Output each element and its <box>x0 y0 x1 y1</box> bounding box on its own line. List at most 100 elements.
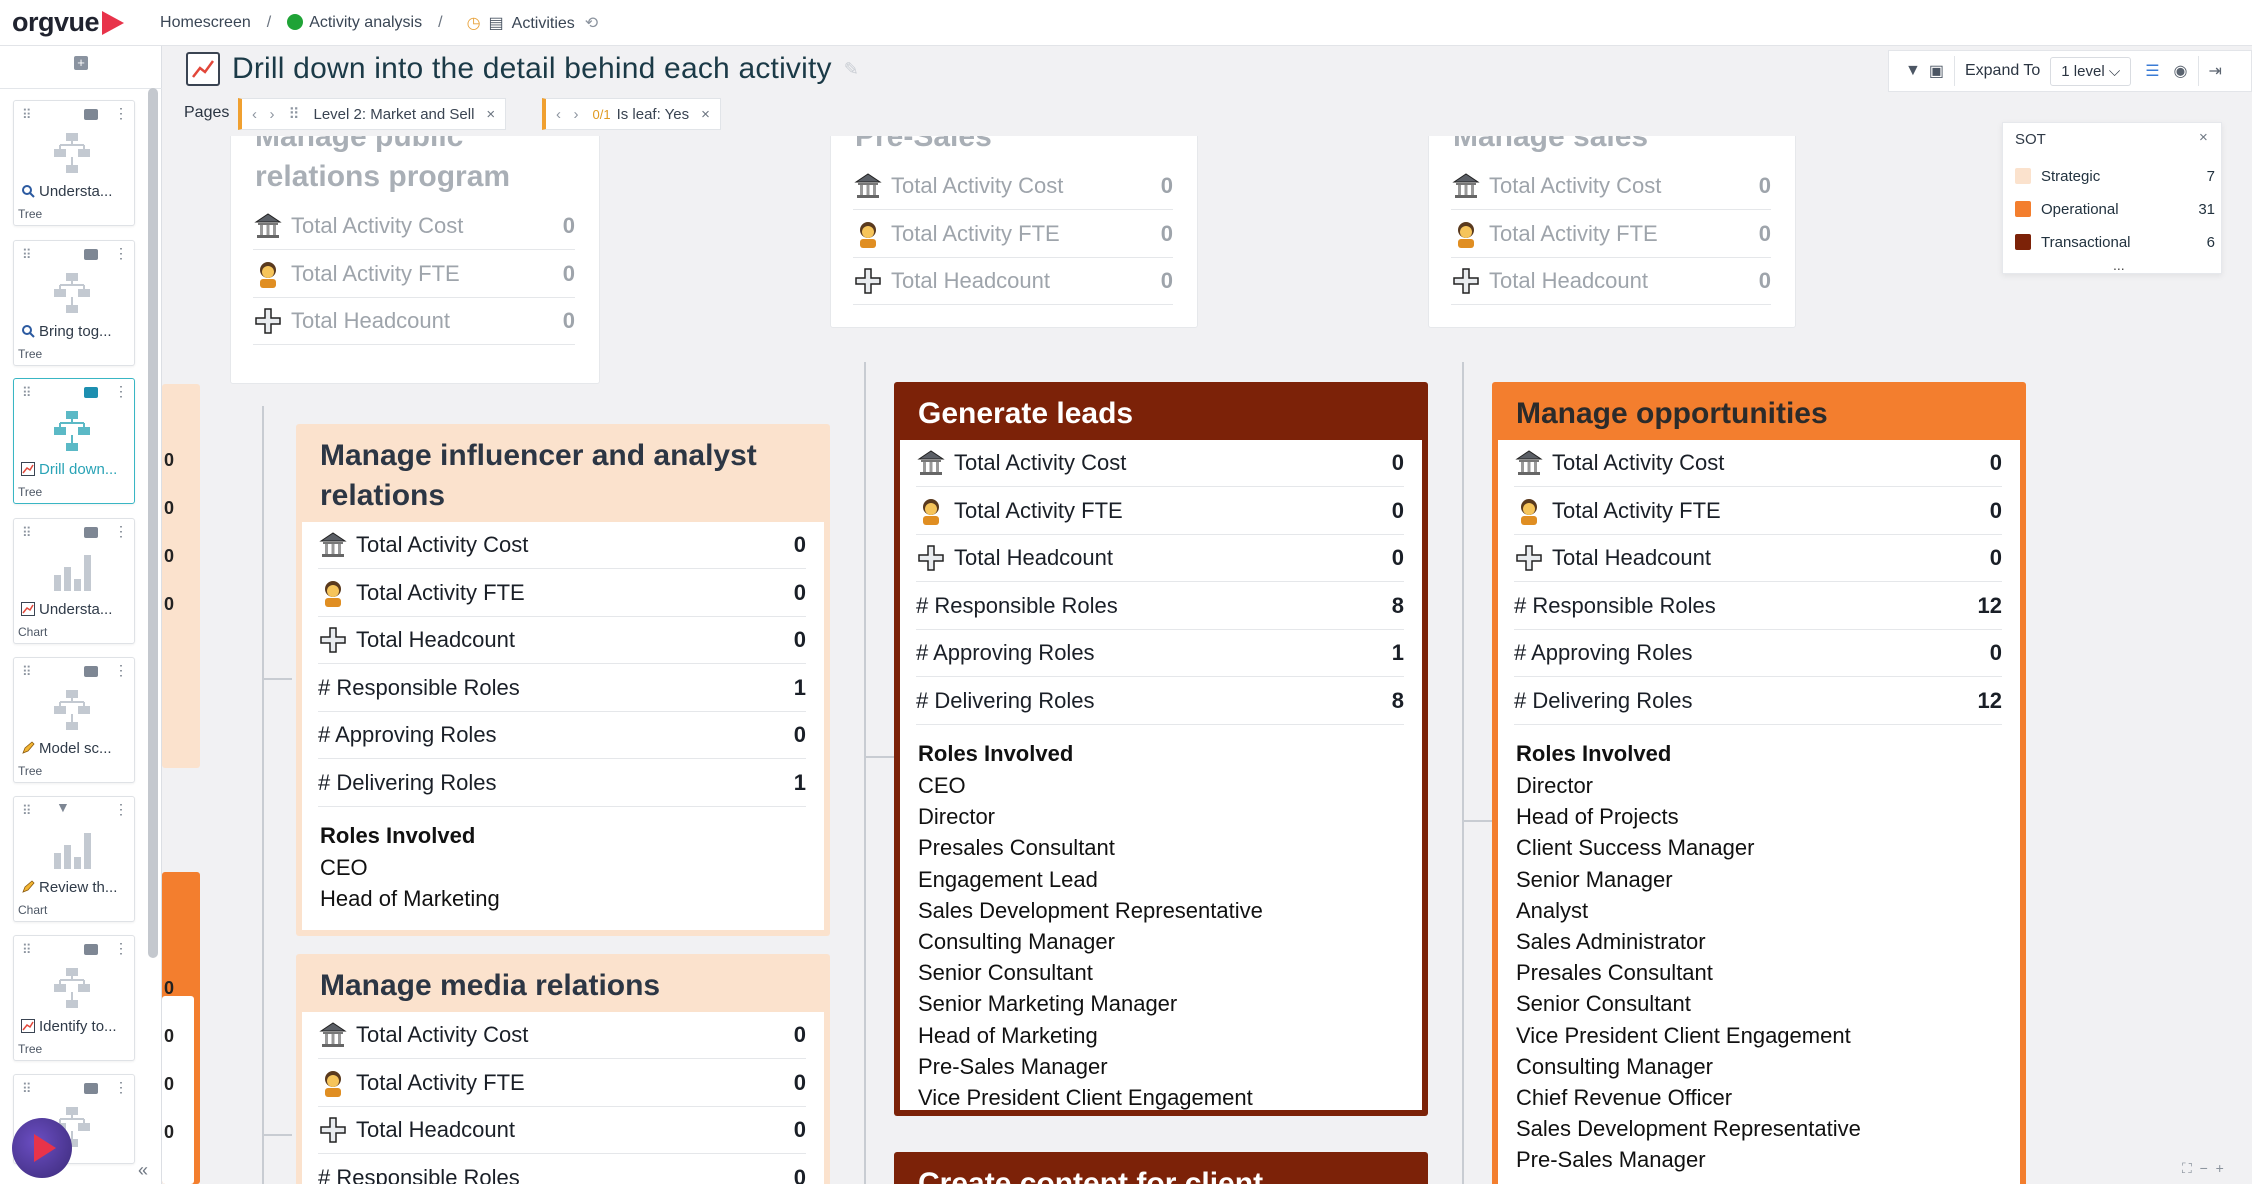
remove-chip-icon[interactable]: × <box>486 106 495 123</box>
drag-handle-icon[interactable]: ⠿ <box>22 525 31 541</box>
edge-metric-value: 0 <box>164 594 175 614</box>
activity-card-presales[interactable]: Pre-Sales Total Activity Cost 0 Total Activ… <box>830 136 1198 328</box>
drag-handle-icon[interactable]: ⠿ <box>22 107 31 123</box>
metric-row-headcount: Total Headcount 0 <box>1514 535 2002 582</box>
palette-icon[interactable]: ◉ <box>2174 61 2188 81</box>
drag-handle-icon[interactable]: ⠿ <box>22 942 31 958</box>
bar-chart-icon <box>50 827 94 871</box>
more-options-icon[interactable]: ⋮ <box>114 801 128 818</box>
drag-handle-icon[interactable]: ⠿ <box>22 803 31 819</box>
chip-nav-arrows[interactable]: ‹ › <box>556 106 579 123</box>
metric-row-delivering: # Delivering Roles 12 <box>1514 678 2002 725</box>
bank-icon <box>318 1020 348 1050</box>
more-options-icon[interactable]: ⋮ <box>114 523 128 540</box>
breadcrumb-activity-analysis[interactable]: Activity analysis <box>287 13 422 32</box>
drag-handle-icon[interactable]: ⠿ <box>22 385 31 401</box>
metric-label: Total Activity FTE <box>954 497 1123 523</box>
assistant-avatar[interactable] <box>12 1118 72 1178</box>
metric-row-headcount: Total Headcount 0 <box>853 258 1173 305</box>
metric-label: Total Headcount <box>954 545 1113 570</box>
refresh-icon[interactable]: ⟲ <box>585 15 598 32</box>
legend-item[interactable]: Transactional 6 <box>2015 231 2215 253</box>
activity-card-sales[interactable]: Manage sales Total Activity Cost 0 Total Ac… <box>1428 136 1796 328</box>
metric-label: Total Activity Cost <box>291 213 464 238</box>
page-filter-chip-level[interactable]: ‹ › ⠿ Level 2: Market and Sell × <box>238 98 507 130</box>
metric-row-fte: Total Activity FTE 0 <box>1451 211 1771 258</box>
comment-icon[interactable] <box>84 944 98 955</box>
activity-card-content[interactable]: Create content for client <box>894 1152 1428 1184</box>
cross-icon <box>1451 266 1481 296</box>
page-thumbnail[interactable]: ⠿ ⋮ Understa... Tree <box>13 100 135 226</box>
drag-handle-icon[interactable]: ⠿ <box>22 247 31 263</box>
metric-value: 0 <box>793 627 806 652</box>
comment-icon[interactable] <box>84 666 98 677</box>
activity-card-body: Total Activity Cost 0 Total Activity FTE 0 T… <box>302 522 824 930</box>
more-options-icon[interactable]: ⋮ <box>114 383 128 400</box>
legend-item[interactable]: Operational 31 <box>2015 198 2215 220</box>
drag-handle-icon[interactable]: ⠿ <box>22 1081 31 1097</box>
drag-handle-icon[interactable]: ⠿ <box>22 664 31 680</box>
add-page-button[interactable]: + <box>74 56 88 70</box>
comment-icon[interactable] <box>84 249 98 260</box>
activity-card-leads[interactable]: Generate leads Total Activity Cost 0 Total … <box>894 382 1428 1116</box>
comment-icon[interactable]: ▣ <box>1929 61 1944 81</box>
comment-icon[interactable] <box>84 109 98 120</box>
edit-title-icon[interactable]: ✎ <box>844 59 859 80</box>
chip-nav-arrows[interactable]: ‹ › <box>252 106 275 123</box>
roles-involved-heading: Roles Involved <box>918 741 1074 766</box>
edge-card-strategic[interactable] <box>162 384 200 768</box>
legend-item[interactable]: Strategic 7 <box>2015 165 2215 187</box>
page-thumbnail[interactable]: ⠿ ⋮ Understa... Chart <box>13 518 135 644</box>
page-filter-chip-leaf[interactable]: ‹ › 0/1 Is leaf: Yes × <box>542 98 721 130</box>
remove-chip-icon[interactable]: × <box>701 106 710 123</box>
breadcrumb-homescreen[interactable]: Homescreen <box>160 14 251 32</box>
comment-icon[interactable] <box>84 1083 98 1094</box>
metric-row-approving: # Approving Roles 0 <box>318 712 806 759</box>
tree-canvas[interactable]: 0 0 0 0 0 0 0 0 Manage public relations program… <box>162 136 2252 1184</box>
page-thumbnail[interactable]: ⠿ ▼ ⋮ Review th... Chart <box>13 796 135 922</box>
close-legend-icon[interactable]: × <box>2199 129 2208 146</box>
more-options-icon[interactable]: ⋮ <box>114 105 128 122</box>
drag-handle-icon[interactable]: ⠿ <box>289 105 300 123</box>
tree-icon <box>50 409 94 453</box>
page-thumbnail[interactable]: ⠿ ⋮ Bring tog... Tree <box>13 240 135 366</box>
activity-card-pr[interactable]: Manage public relations program Total Act… <box>230 136 600 384</box>
page-thumbnail[interactable]: ⠿ ⋮ Drill down... Tree <box>13 378 135 504</box>
more-options-icon[interactable]: ⋮ <box>114 662 128 679</box>
role-item: Sales Development Representative <box>1516 1116 1861 1142</box>
page-thumbnail[interactable]: ⠿ ⋮ Model sc... Tree <box>13 657 135 783</box>
collapse-sidebar-icon[interactable]: « <box>138 1160 148 1181</box>
legend-more[interactable]: ... <box>2113 257 2125 273</box>
bank-icon <box>853 171 883 201</box>
list-view-icon[interactable]: ☰ <box>2145 61 2159 81</box>
zoom-controls[interactable]: ⛶ − + <box>2182 1160 2224 1177</box>
bank-icon <box>253 211 283 241</box>
activity-card-media[interactable]: Manage media relations Total Activity Cos… <box>296 954 830 1184</box>
role-item: Head of Marketing <box>918 1022 1098 1048</box>
metric-label: Total Activity FTE <box>891 220 1060 246</box>
sidebar-scrollbar[interactable] <box>148 88 158 958</box>
filter-icon[interactable]: ▼ <box>1905 62 1921 80</box>
fit-screen-icon: ⛶ <box>2182 1160 2192 1176</box>
role-item: Senior Manager <box>1516 866 1673 892</box>
orgvue-logo[interactable]: orgvue <box>12 7 125 38</box>
metric-label: # Approving Roles <box>916 640 1095 665</box>
cross-icon <box>318 1115 348 1145</box>
activity-card-influencer[interactable]: Manage influencer and analyst relations T… <box>296 424 830 936</box>
metric-label: # Delivering Roles <box>1514 687 1693 713</box>
export-icon[interactable]: ⇥ <box>2209 61 2222 81</box>
page-thumbnail[interactable]: ⠿ ⋮ Identify to... Tree <box>13 935 135 1061</box>
comment-icon[interactable] <box>84 527 98 538</box>
breadcrumb-activities[interactable]: ◷ ▤ Activities ⟲ <box>467 13 599 33</box>
activity-card-title: Manage media relations <box>320 969 661 1002</box>
thumbnail-type: Chart <box>18 625 48 639</box>
expand-level-select[interactable]: 1 level ⌵ <box>2050 56 2132 86</box>
more-options-icon[interactable]: ⋮ <box>114 245 128 262</box>
thumbnail-label: Model sc... <box>21 740 112 757</box>
metric-value: 0 <box>1160 220 1173 246</box>
activity-card-opportunities[interactable]: Manage opportunities Total Activity Cost 0… <box>1492 382 2026 1184</box>
comment-icon[interactable] <box>84 387 98 398</box>
legend-count: 31 <box>2198 200 2215 218</box>
more-options-icon[interactable]: ⋮ <box>114 940 128 957</box>
more-options-icon[interactable]: ⋮ <box>114 1079 128 1096</box>
